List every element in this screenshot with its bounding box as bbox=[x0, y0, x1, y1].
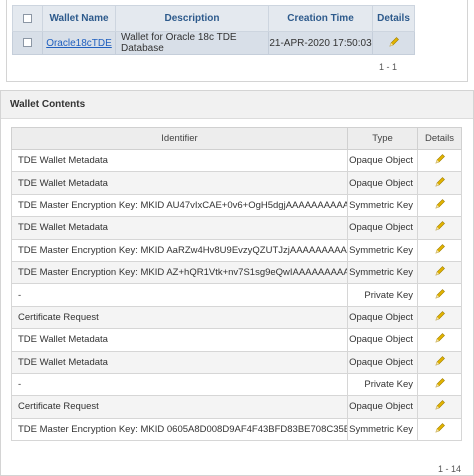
contents-details-header: Details bbox=[417, 127, 462, 150]
contents-row[interactable]: TDE Wallet Metadata Opaque Object bbox=[11, 216, 462, 240]
contents-row[interactable]: TDE Master Encryption Key: MKID AZ+hQR1V… bbox=[11, 260, 462, 285]
content-identifier: TDE Wallet Metadata bbox=[11, 148, 348, 173]
contents-row[interactable]: Certificate Request Opaque Object bbox=[11, 395, 462, 419]
content-identifier: TDE Master Encryption Key: MKID 0605A8D0… bbox=[11, 417, 348, 442]
content-identifier: TDE Wallet Metadata bbox=[11, 350, 348, 374]
pencil-icon[interactable] bbox=[434, 399, 446, 414]
wallet-name-link[interactable]: Oracle18cTDE bbox=[46, 38, 112, 49]
description-header[interactable]: Description bbox=[115, 5, 269, 32]
pencil-icon[interactable] bbox=[434, 310, 446, 325]
content-type: Private Key bbox=[347, 372, 418, 397]
wallet-row-checkbox[interactable] bbox=[23, 38, 32, 48]
content-details-cell[interactable] bbox=[417, 417, 462, 442]
content-type: Opaque Object bbox=[347, 171, 418, 195]
contents-row[interactable]: - Private Key bbox=[11, 283, 462, 307]
content-details-cell[interactable] bbox=[417, 372, 462, 397]
pencil-icon[interactable] bbox=[434, 288, 446, 303]
contents-row[interactable]: - Private Key bbox=[11, 372, 462, 397]
content-identifier: TDE Wallet Metadata bbox=[11, 216, 348, 240]
pencil-icon[interactable] bbox=[434, 198, 446, 213]
content-identifier: Certificate Request bbox=[11, 395, 348, 419]
content-type: Opaque Object bbox=[347, 395, 418, 419]
contents-row[interactable]: TDE Master Encryption Key: MKID AaRZw4Hv… bbox=[11, 238, 462, 262]
content-type: Opaque Object bbox=[347, 305, 418, 330]
content-identifier: TDE Master Encryption Key: MKID AU47vIxC… bbox=[11, 193, 348, 218]
wallet-table-header: Wallet Name Description Creation Time De… bbox=[12, 5, 415, 32]
wallet-row[interactable]: Oracle18cTDE Wallet for Oracle 18c TDE D… bbox=[12, 31, 415, 55]
content-identifier: Certificate Request bbox=[11, 305, 348, 330]
contents-row[interactable]: TDE Wallet Metadata Opaque Object bbox=[11, 148, 462, 173]
content-type: Symmetric Key bbox=[347, 238, 418, 262]
content-identifier: TDE Master Encryption Key: MKID AZ+hQR1V… bbox=[11, 260, 348, 285]
content-details-cell[interactable] bbox=[417, 260, 462, 285]
wallet-pagination: 1 - 1 bbox=[378, 62, 397, 72]
contents-row[interactable]: TDE Master Encryption Key: MKID AU47vIxC… bbox=[11, 193, 462, 218]
content-identifier: TDE Wallet Metadata bbox=[11, 171, 348, 195]
wallet-name-header[interactable]: Wallet Name bbox=[42, 5, 116, 32]
wallet-contents-title: Wallet Contents bbox=[1, 91, 473, 119]
content-details-cell[interactable] bbox=[417, 238, 462, 262]
content-identifier: TDE Wallet Metadata bbox=[11, 328, 348, 352]
content-details-cell[interactable] bbox=[417, 193, 462, 218]
details-header: Details bbox=[372, 5, 415, 32]
wallet-table: Wallet Name Description Creation Time De… bbox=[12, 5, 415, 55]
contents-row[interactable]: TDE Wallet Metadata Opaque Object bbox=[11, 171, 462, 195]
pencil-icon[interactable] bbox=[434, 355, 446, 370]
content-details-cell[interactable] bbox=[417, 171, 462, 195]
pencil-icon[interactable] bbox=[434, 377, 446, 392]
wallet-contents-region: Wallet Contents Identifier Type Details … bbox=[0, 90, 474, 476]
type-header[interactable]: Type bbox=[347, 127, 418, 150]
wallet-creation-time: 21-APR-2020 17:50:03 bbox=[268, 31, 373, 55]
content-type: Opaque Object bbox=[347, 216, 418, 240]
content-details-cell[interactable] bbox=[417, 305, 462, 330]
wallet-list-region: Wallet Name Description Creation Time De… bbox=[6, 0, 468, 82]
contents-row[interactable]: Certificate Request Opaque Object bbox=[11, 305, 462, 330]
contents-table: Identifier Type Details TDE Wallet Metad… bbox=[11, 127, 462, 442]
contents-table-header: Identifier Type Details bbox=[11, 127, 462, 150]
content-details-cell[interactable] bbox=[417, 350, 462, 374]
content-type: Opaque Object bbox=[347, 350, 418, 374]
select-all-checkbox[interactable] bbox=[23, 13, 32, 23]
pencil-icon[interactable] bbox=[434, 332, 446, 347]
content-identifier: - bbox=[11, 372, 348, 397]
content-details-cell[interactable] bbox=[417, 328, 462, 352]
content-details-cell[interactable] bbox=[417, 148, 462, 173]
pencil-icon[interactable] bbox=[388, 36, 400, 51]
wallet-description: Wallet for Oracle 18c TDE Database bbox=[115, 31, 269, 55]
pencil-icon[interactable] bbox=[434, 153, 446, 168]
content-type: Symmetric Key bbox=[347, 193, 418, 218]
contents-row[interactable]: TDE Wallet Metadata Opaque Object bbox=[11, 350, 462, 374]
identifier-header[interactable]: Identifier bbox=[11, 127, 348, 150]
wallet-row-select[interactable] bbox=[12, 31, 43, 55]
content-type: Private Key bbox=[347, 283, 418, 307]
content-details-cell[interactable] bbox=[417, 283, 462, 307]
pencil-icon[interactable] bbox=[434, 176, 446, 191]
content-identifier: - bbox=[11, 283, 348, 307]
content-details-cell[interactable] bbox=[417, 216, 462, 240]
content-type: Symmetric Key bbox=[347, 260, 418, 285]
content-type: Opaque Object bbox=[347, 328, 418, 352]
pencil-icon[interactable] bbox=[434, 422, 446, 437]
contents-row[interactable]: TDE Master Encryption Key: MKID 0605A8D0… bbox=[11, 417, 462, 442]
creation-time-header[interactable]: Creation Time bbox=[268, 5, 373, 32]
content-identifier: TDE Master Encryption Key: MKID AaRZw4Hv… bbox=[11, 238, 348, 262]
content-type: Symmetric Key bbox=[347, 417, 418, 442]
contents-pagination: 1 - 14 bbox=[437, 464, 461, 474]
select-all-header[interactable] bbox=[12, 5, 43, 32]
pencil-icon[interactable] bbox=[434, 243, 446, 258]
wallet-details-cell[interactable] bbox=[372, 31, 415, 55]
contents-row[interactable]: TDE Wallet Metadata Opaque Object bbox=[11, 328, 462, 352]
pencil-icon[interactable] bbox=[434, 220, 446, 235]
content-details-cell[interactable] bbox=[417, 395, 462, 419]
content-type: Opaque Object bbox=[347, 148, 418, 173]
pencil-icon[interactable] bbox=[434, 265, 446, 280]
